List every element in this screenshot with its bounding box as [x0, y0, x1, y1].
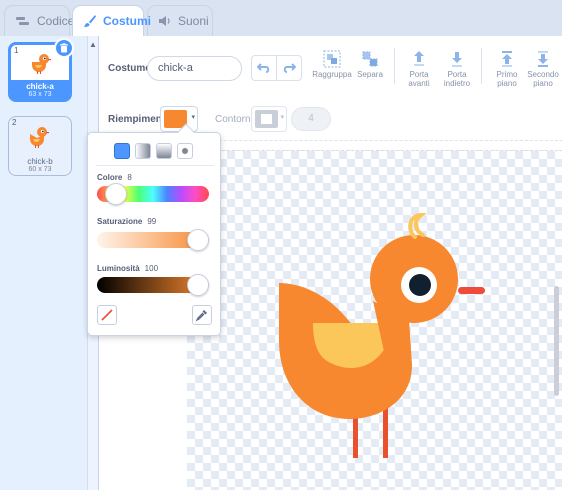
chick-thumbnail-icon	[30, 127, 49, 148]
saturation-slider-knob[interactable]	[187, 229, 209, 251]
outline-width-input[interactable]: 4	[291, 107, 331, 131]
costume-name: chick-a	[26, 82, 54, 91]
brightness-value: 100	[144, 264, 159, 273]
no-color-icon	[101, 309, 113, 321]
bring-to-front-icon	[502, 51, 512, 67]
eyedropper-icon	[195, 310, 207, 322]
front-label-1: Primo	[496, 70, 518, 79]
costume-list	[0, 36, 88, 490]
hue-slider-knob[interactable]	[105, 183, 127, 205]
backward-label-2: indietro	[443, 79, 471, 88]
drawing-canvas[interactable]	[187, 150, 562, 490]
send-to-back-icon	[538, 51, 548, 67]
costume-name-label: Costume	[108, 63, 151, 74]
costume-name: chick-b	[27, 157, 53, 166]
tab-costumes-label: Costumi	[103, 14, 151, 28]
chick-eye-pupil	[409, 274, 431, 296]
group-label: Raggruppa	[312, 70, 352, 79]
tab-costumes[interactable]: Costumi	[72, 5, 151, 36]
saturation-slider[interactable]	[97, 229, 209, 251]
toolbar-divider	[394, 48, 395, 84]
editor-toolbar: Costume chick-a Raggruppa Separa Porta a…	[99, 36, 562, 100]
tab-sounds-label: Suoni	[178, 14, 209, 28]
forward-label-1: Porta	[409, 70, 429, 79]
brightness-slider[interactable]	[97, 274, 209, 296]
back-label-2: piano	[533, 79, 553, 88]
popover-divider	[96, 165, 214, 166]
ungroup-icon	[362, 51, 378, 67]
group-icon	[323, 50, 341, 68]
radial-gradient-option[interactable]	[177, 143, 193, 159]
trash-icon	[60, 43, 68, 53]
brightness-label: Luminosità 100	[97, 264, 159, 273]
saturation-value: 99	[147, 217, 157, 226]
tab-sounds[interactable]: Suoni	[147, 5, 213, 36]
speaker-icon	[159, 16, 170, 26]
ungroup-label: Separa	[357, 70, 383, 79]
outline-color-swatch	[255, 110, 278, 128]
chevron-down-icon: ▾	[280, 114, 284, 121]
solid-fill-option[interactable]	[114, 143, 130, 159]
outline-label: Contorno	[215, 114, 257, 125]
backward-button[interactable]: Porta indietro	[434, 50, 480, 88]
costume-item-chick-b[interactable]: 2 chick-b 60 x 73	[8, 116, 72, 176]
canvas-scrollbar[interactable]	[554, 286, 559, 396]
outline-color-button[interactable]: ▾	[251, 106, 287, 132]
tab-code[interactable]: Codice	[4, 5, 74, 36]
redo-icon	[283, 63, 296, 73]
chick-thumbnail-icon	[32, 54, 51, 74]
eyedropper-button[interactable]	[192, 305, 212, 325]
chick-beak	[458, 287, 485, 294]
fill-color-picker-popover: Colore 8 Saturazione 99 Luminosità 100	[87, 123, 221, 336]
color-value: 8	[127, 173, 132, 182]
undo-button[interactable]	[251, 55, 277, 81]
ungroup-button[interactable]: Separa	[347, 50, 393, 79]
costume-number: 2	[12, 118, 17, 127]
arrow-up-icon	[414, 51, 424, 66]
backward-label-1: Porta	[447, 70, 467, 79]
redo-button[interactable]	[276, 55, 302, 81]
selected-costume-footer: chick-a 63 x 73	[10, 80, 70, 100]
back-label-1: Secondo	[527, 70, 559, 79]
chick-crest	[408, 212, 428, 239]
scroll-up-arrow-icon: ▲	[89, 40, 97, 49]
saturation-label: Saturazione 99	[97, 217, 157, 226]
front-label-2: piano	[497, 79, 517, 88]
undo-icon	[257, 63, 270, 73]
tab-bar: Codice Costumi Suoni	[0, 0, 562, 36]
hue-slider[interactable]	[97, 183, 209, 205]
gradient-type-selector	[114, 143, 193, 159]
brightness-slider-knob[interactable]	[187, 274, 209, 296]
back-button[interactable]: Secondo piano	[523, 50, 562, 88]
chevron-down-icon: ▾	[191, 114, 195, 121]
paintbrush-icon	[84, 15, 96, 27]
outline-swatch-inner	[261, 114, 272, 124]
costume-size: 60 x 73	[28, 166, 52, 173]
costume-size: 63 x 73	[28, 91, 52, 98]
tab-code-label: Codice	[37, 14, 75, 28]
no-color-button[interactable]	[97, 305, 117, 325]
horizontal-gradient-option[interactable]	[135, 143, 151, 159]
arrow-down-icon	[452, 52, 462, 67]
color-label: Colore 8	[97, 173, 132, 182]
costume-number: 1	[14, 46, 19, 55]
toolbar-divider	[481, 48, 482, 84]
fill-color-button[interactable]: ▾	[160, 106, 198, 132]
forward-label-2: avanti	[408, 79, 430, 88]
vertical-gradient-option[interactable]	[156, 143, 172, 159]
code-icon	[16, 17, 29, 25]
delete-costume-button[interactable]	[54, 38, 74, 58]
chick-costume-drawing	[279, 212, 485, 458]
costume-name-input[interactable]: chick-a	[147, 56, 242, 81]
